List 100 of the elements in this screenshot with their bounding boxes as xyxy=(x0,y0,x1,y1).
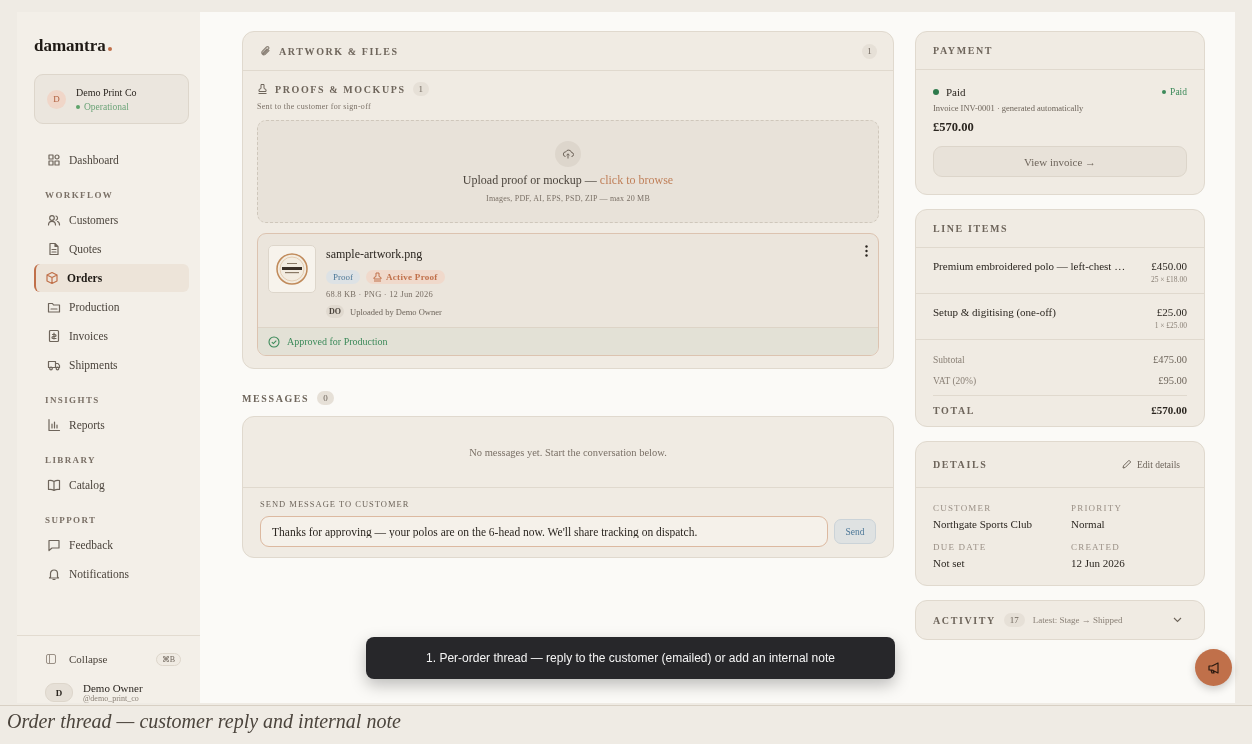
field-value: Not set xyxy=(933,557,966,569)
edit-details-link[interactable]: Edit details xyxy=(1121,459,1180,470)
sidebar-item[interactable]: Customers xyxy=(34,206,189,234)
section-heading: INSIGHTS xyxy=(44,394,101,407)
activity-panel[interactable]: ACTIVITY 17 Latest: Stage → Shipped xyxy=(915,600,1205,640)
section-title: ARTWORK & FILES xyxy=(279,45,399,57)
file-name: sample-artwork.png xyxy=(326,247,424,262)
proof-badge: Proof xyxy=(326,270,360,284)
invoice-info: Invoice INV-0001 · generated automatically xyxy=(933,103,1085,113)
payment-amount: £570.00 xyxy=(933,120,975,135)
field-value: Normal xyxy=(1071,518,1106,530)
count-badge: 0 xyxy=(317,391,334,405)
upload-dropzone[interactable]: Upload proof or mockup — click to browse Images, PDF, AI, EPS, PSD, ZIP — max 20 MB xyxy=(257,120,879,223)
collapse-button[interactable]: Collapse ⌘B xyxy=(34,646,189,672)
count-badge: 1 xyxy=(862,43,877,59)
users-icon xyxy=(47,213,61,227)
uploader-avatar: DO xyxy=(326,305,344,318)
item-amount: £450.00 xyxy=(1150,260,1187,272)
section-heading: LIBRARY xyxy=(44,454,97,467)
chevron-down-icon xyxy=(1173,617,1182,623)
pencil-icon xyxy=(1121,459,1132,470)
item-name: Premium embroidered polo — left-chest … xyxy=(933,260,1126,274)
tooltip: 1. Per-order thread — reply to the customer (emailed) or add an internal note xyxy=(366,637,895,679)
field-label: DUE DATE xyxy=(933,542,988,552)
approval-status-bar: Approved for Production xyxy=(258,327,878,355)
megaphone-icon xyxy=(1206,660,1221,675)
user-name: Demo Owner xyxy=(83,682,143,694)
item-amount: £25.00 xyxy=(1155,306,1187,318)
field-label: PRIORITY xyxy=(1071,503,1124,513)
receipt-icon xyxy=(47,329,61,343)
user-handle: @demo_print_co xyxy=(83,694,140,703)
active-proof-badge: Active Proof xyxy=(366,270,445,284)
file-meta: 68.8 KB · PNG · 12 Jun 2026 xyxy=(326,289,434,299)
book-icon xyxy=(47,478,61,492)
total-label: TOTAL xyxy=(933,404,976,416)
send-button[interactable]: Send xyxy=(834,519,876,544)
upload-hint: Images, PDF, AI, EPS, PSD, ZIP — max 20 MB xyxy=(486,193,650,203)
sidebar-item[interactable]: Shipments xyxy=(34,351,189,379)
sidebar-item[interactable]: Notifications xyxy=(34,560,189,588)
app-logo: damantra xyxy=(34,36,189,56)
subsection-description: Sent to the customer for sign-off xyxy=(257,102,372,111)
field-value: 12 Jun 2026 xyxy=(1071,557,1126,569)
sidebar-icon xyxy=(45,653,57,665)
more-options-icon xyxy=(865,245,868,257)
shortcut-badge: ⌘B xyxy=(155,652,181,666)
upload-instructions: Upload proof or mockup — click to browse xyxy=(462,172,674,188)
check-circle-icon xyxy=(268,335,280,348)
total-value: £570.00 xyxy=(1151,404,1187,416)
sidebar-item[interactable]: Production xyxy=(34,293,189,321)
bar-chart-icon xyxy=(47,418,61,432)
uploader-text: Uploaded by Demo Owner xyxy=(350,306,442,317)
upload-cloud-icon xyxy=(562,147,574,160)
workspace-name: Demo Print Co xyxy=(76,86,137,98)
section-title: MESSAGES xyxy=(242,392,310,404)
card-title: LINE ITEMS xyxy=(933,223,1009,234)
feedback-fab[interactable] xyxy=(1195,649,1232,686)
field-label: CUSTOMER xyxy=(933,503,993,513)
latest-activity: Latest: Stage → Shipped xyxy=(1032,615,1123,625)
status-badge: Paid xyxy=(1162,87,1187,97)
bell-icon xyxy=(47,567,61,581)
field-value: Northgate Sports Club xyxy=(933,518,1033,530)
grid-icon xyxy=(47,153,61,167)
summary-label: Subtotal xyxy=(933,354,965,365)
paperclip-icon xyxy=(259,45,271,57)
status-indicator: Operational xyxy=(76,101,137,112)
sidebar-item[interactable]: Dashboard xyxy=(34,146,189,174)
view-invoice-button[interactable]: View invoice → xyxy=(933,146,1187,177)
section-heading: WORKFLOW xyxy=(44,189,115,202)
stamp-icon xyxy=(257,83,268,95)
truck-icon xyxy=(47,358,61,372)
message-input[interactable]: Thanks for approving — your polos are on the 6-head now. We'll share tracking on dispatch. xyxy=(260,516,828,547)
caption-text: Order thread — customer reply and internal note xyxy=(7,710,402,733)
box-icon xyxy=(45,271,59,285)
chat-icon xyxy=(47,538,61,552)
sidebar-item[interactable]: Invoices xyxy=(34,322,189,350)
card-title: PAYMENT xyxy=(933,45,994,56)
payment-status: Paid xyxy=(933,86,966,98)
folder-icon xyxy=(47,300,61,314)
document-icon xyxy=(47,242,61,256)
summary-label: VAT (20%) xyxy=(933,375,977,386)
count-badge: 17 xyxy=(1003,613,1025,627)
sidebar-item[interactable]: Feedback xyxy=(34,531,189,559)
empty-state-text: No messages yet. Start the conversation below. xyxy=(243,417,893,488)
field-label: CREATED xyxy=(1071,542,1121,552)
workspace-card[interactable]: D Demo Print Co Operational xyxy=(34,74,189,124)
sidebar-item[interactable]: Catalog xyxy=(34,471,189,499)
stamp-icon xyxy=(373,272,382,282)
item-name: Setup & digitising (one-off) xyxy=(933,306,1056,320)
count-badge: 1 xyxy=(412,82,430,96)
sidebar-item[interactable]: Orders xyxy=(34,264,189,292)
summary-value: £475.00 xyxy=(1152,354,1187,365)
card-title: ACTIVITY xyxy=(933,614,996,626)
user-avatar: D xyxy=(45,683,73,702)
sidebar-item[interactable]: Quotes xyxy=(34,235,189,263)
section-heading: SUPPORT xyxy=(44,514,98,527)
compose-label: SEND MESSAGE TO CUSTOMER xyxy=(260,499,411,509)
summary-value: £95.00 xyxy=(1158,375,1187,386)
subsection-title: PROOFS & MOCKUPS xyxy=(275,83,406,95)
card-title: DETAILS xyxy=(933,459,988,470)
sidebar-item[interactable]: Reports xyxy=(34,411,189,439)
